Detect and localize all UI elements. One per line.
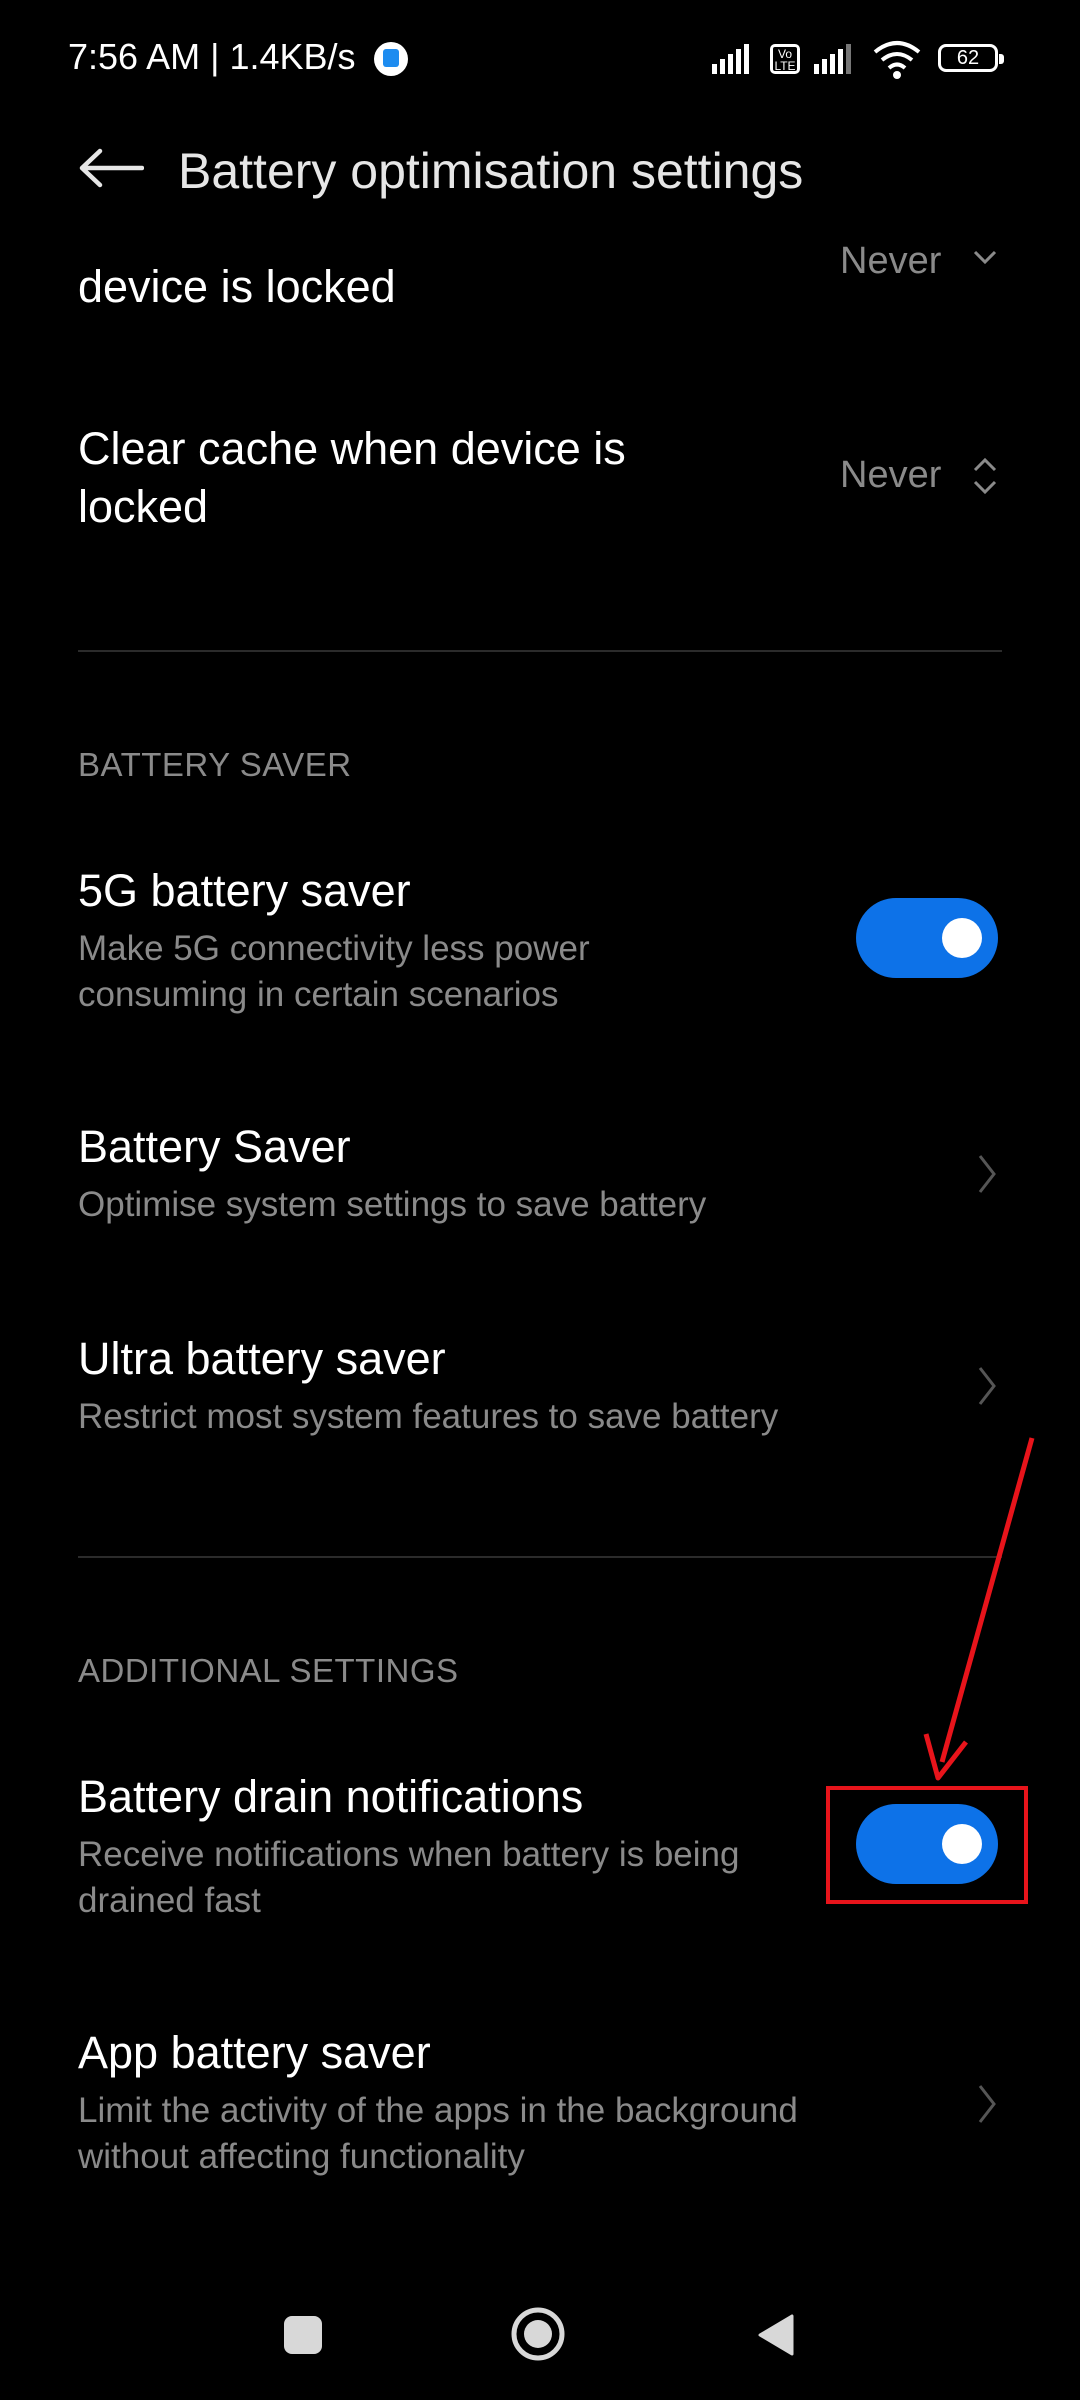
- item-subtitle-line1: Limit the activity of the apps in the ba…: [78, 2091, 798, 2130]
- item-subtitle-line1: Make 5G connectivity less power: [78, 929, 590, 968]
- item-title: Battery drain notifications: [78, 1771, 584, 1822]
- notification-app-icon: [374, 42, 408, 76]
- item-value: Never: [840, 240, 942, 282]
- wifi-icon: [873, 41, 921, 79]
- item-subtitle-line2: drained fast: [78, 1881, 261, 1920]
- item-subtitle-line1: Receive notifications when battery is be…: [78, 1835, 740, 1874]
- annotation-highlight-box: [826, 1786, 1028, 1904]
- nav-back-button[interactable]: [756, 2312, 796, 2358]
- page-title: Battery optimisation settings: [178, 143, 804, 199]
- volte-icon: Vo LTE: [770, 44, 800, 74]
- list-item-ultra-battery-saver[interactable]: Ultra battery saver Restrict most system…: [0, 1330, 1080, 1450]
- item-subtitle: Restrict most system features to save ba…: [78, 1397, 779, 1436]
- battery-icon: 62: [938, 44, 1004, 72]
- list-item-battery-saver[interactable]: Battery Saver Optimise system settings t…: [0, 1118, 1080, 1238]
- section-header-battery-saver: BATTERY SAVER: [78, 746, 352, 783]
- item-title: App battery saver: [78, 2027, 431, 2078]
- cell-signal-icon: [712, 44, 760, 74]
- section-header-additional-settings: ADDITIONAL SETTINGS: [78, 1652, 459, 1689]
- item-title-line1: Clear cache when device is: [78, 423, 626, 474]
- item-subtitle-line2: consuming in certain scenarios: [78, 975, 559, 1014]
- back-arrow-icon[interactable]: [78, 148, 144, 188]
- chevron-right-icon: [978, 1155, 996, 1193]
- item-title: Ultra battery saver: [78, 1333, 446, 1384]
- list-item-clear-data-locked[interactable]: device is locked Never: [0, 220, 1080, 330]
- nav-recents-button[interactable]: [284, 2316, 322, 2354]
- item-subtitle-line2: without affecting functionality: [78, 2137, 525, 2176]
- nav-home-button[interactable]: [510, 2306, 566, 2362]
- item-title: device is locked: [78, 261, 396, 312]
- divider: [78, 1556, 1002, 1558]
- item-value: Never: [840, 454, 942, 496]
- item-title: 5G battery saver: [78, 865, 411, 916]
- dropdown-chevron-icon: [973, 250, 997, 265]
- cell-signal-2-icon: [814, 44, 862, 74]
- list-item-clear-cache-locked[interactable]: Clear cache when device is locked Never: [0, 410, 1080, 560]
- item-title-line2: locked: [78, 481, 209, 532]
- chevron-right-icon: [978, 1367, 996, 1405]
- chevron-right-icon: [978, 2085, 996, 2123]
- item-subtitle: Optimise system settings to save battery: [78, 1185, 707, 1224]
- dropdown-chevron-icon: [973, 457, 997, 495]
- list-item-app-battery-saver[interactable]: App battery saver Limit the activity of …: [0, 2024, 1080, 2194]
- list-item-5g-battery-saver[interactable]: 5G battery saver Make 5G connectivity le…: [0, 862, 1080, 1022]
- status-time: 7:56 AM | 1.4KB/s: [68, 36, 356, 77]
- item-title: Battery Saver: [78, 1121, 351, 1172]
- divider: [78, 650, 1002, 652]
- 5g-battery-saver-toggle[interactable]: [856, 898, 998, 978]
